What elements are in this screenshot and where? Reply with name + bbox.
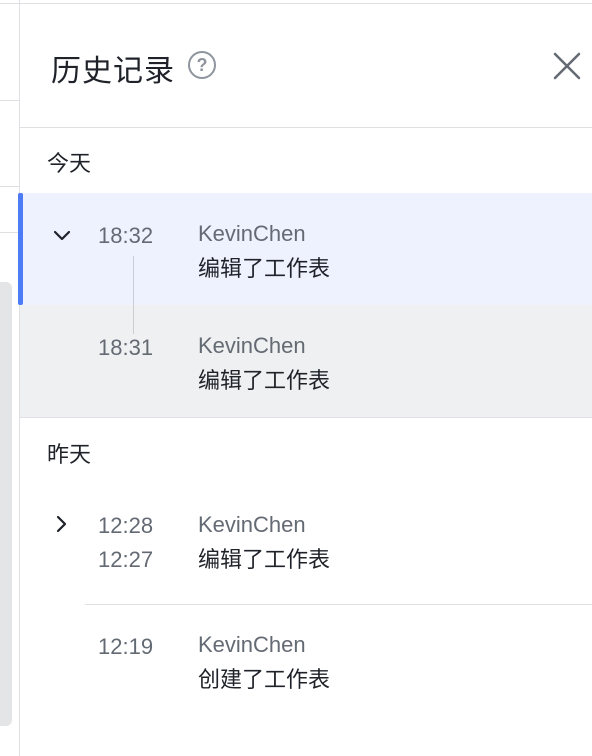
background-row-line <box>0 232 20 233</box>
group-label-yesterday: 昨天 <box>47 443 92 468</box>
timeline-connector <box>133 256 134 334</box>
entry-time-end: 12:27 <box>98 547 154 572</box>
close-icon[interactable] <box>551 50 583 82</box>
entry-user: KevinChen <box>198 221 306 246</box>
entry-user: KevinChen <box>198 333 306 358</box>
entry-action: 编辑了工作表 <box>198 548 331 573</box>
entry-time: 12:19 <box>98 634 154 659</box>
history-panel: 历史记录 ? 今天 18:32 KevinChen 编辑了工作表 18:31 K… <box>18 4 592 756</box>
entry-action: 创建了工作表 <box>198 668 331 693</box>
entry-action: 编辑了工作表 <box>198 257 331 282</box>
background-scrollbar[interactable] <box>0 282 12 726</box>
panel-title: 历史记录 <box>51 54 175 89</box>
entry-user: KevinChen <box>198 512 306 537</box>
entry-time: 18:32 <box>98 223 154 248</box>
entry-time: 18:31 <box>98 335 154 360</box>
question-circle-icon[interactable]: ? <box>188 51 216 79</box>
history-entry[interactable]: 12:28 12:27 KevinChen 编辑了工作表 <box>20 492 592 604</box>
chevron-right-icon[interactable] <box>51 513 73 535</box>
background-row-line <box>0 100 20 101</box>
history-sub-entry[interactable]: 18:31 KevinChen 编辑了工作表 <box>20 305 592 418</box>
background-row-line <box>0 186 20 187</box>
panel-header: 历史记录 ? <box>20 4 592 128</box>
group-label-today: 今天 <box>47 152 92 177</box>
chevron-down-icon[interactable] <box>51 225 73 247</box>
entry-divider <box>85 604 592 605</box>
entry-time-start: 12:28 <box>98 513 154 538</box>
entry-user: KevinChen <box>198 632 306 657</box>
entry-action: 编辑了工作表 <box>198 369 331 394</box>
history-entry[interactable]: 12:19 KevinChen 创建了工作表 <box>20 606 592 716</box>
history-entry[interactable]: 18:32 KevinChen 编辑了工作表 <box>18 193 592 305</box>
